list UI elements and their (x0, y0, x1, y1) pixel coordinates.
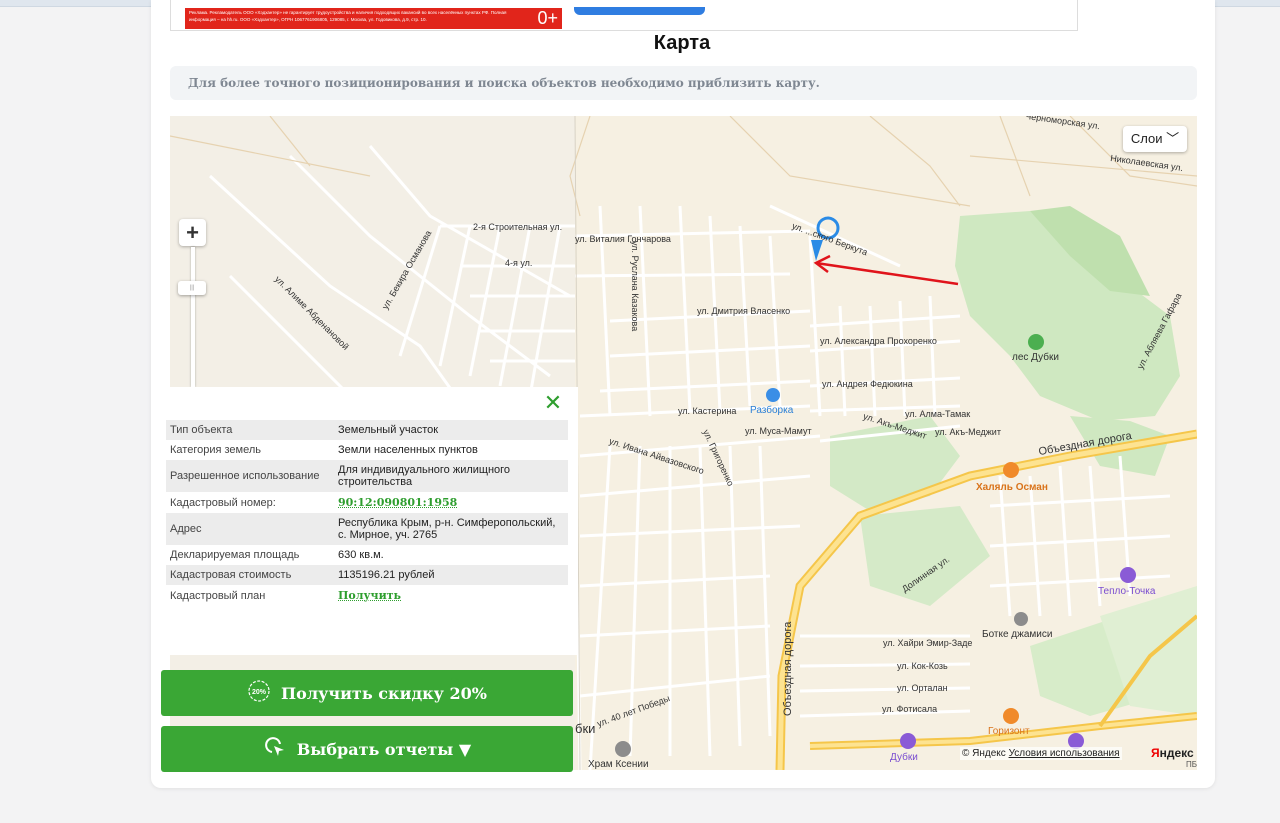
ad-red-block[interactable]: Реклама. Рекламодатель ООО «Хэдхантер» н… (185, 8, 562, 29)
poi-label[interactable]: Халяль Осман (976, 482, 1048, 493)
poi-label[interactable]: лес Дубки (1012, 352, 1059, 363)
table-row: Разрешенное использование Для индивидуаль… (166, 460, 568, 492)
row-key: Категория земель (170, 444, 261, 456)
yandex-logo-text: ндекс (1159, 746, 1194, 760)
street-label: ул. Александра Прохоренко (820, 336, 937, 346)
object-info-popup: ✕ Тип объекта Земельный участок Категория… (160, 387, 578, 655)
cadastral-number-link[interactable]: 90:12:090801:1958 (338, 496, 457, 509)
poi-label[interactable]: бки (575, 721, 595, 736)
street-label: ул. Орталан (897, 683, 948, 693)
zoom-in-button[interactable]: + (179, 219, 206, 246)
street-label: ул. Руслана Казакова (630, 241, 640, 332)
table-row: Категория земель Земли населенных пунктов (166, 440, 568, 460)
map-cropped-label: ПБ (1186, 760, 1197, 769)
poi-label[interactable]: Храм Ксении (588, 759, 649, 770)
terms-link[interactable]: Условия использования (1009, 748, 1120, 759)
row-value: Республика Крым, р-н. Симферопольский, с… (334, 513, 568, 545)
table-row: Декларируемая площадь 630 кв.м. (166, 545, 568, 565)
copyright-text: © Яндекс (962, 748, 1006, 759)
table-row: Кадастровый номер: 90:12:090801:1958 (166, 492, 568, 513)
poi-label[interactable]: Разборка (750, 405, 793, 416)
discount-button-label: Получить скидку 20% (281, 683, 487, 703)
street-label: Объездная дорога (782, 621, 794, 716)
poi-label[interactable]: Дубки (890, 752, 918, 763)
zoom-slider-thumb[interactable]: ||| (178, 281, 206, 295)
cursor-click-icon (263, 735, 287, 763)
close-icon[interactable]: ✕ (543, 392, 563, 414)
layers-label: Слои (1130, 131, 1163, 146)
poi-label[interactable]: Горизонт (988, 726, 1030, 737)
row-value: 1135196.21 рублей (334, 565, 568, 585)
table-row: Кадастровая стоимость 1135196.21 рублей (166, 565, 568, 585)
street-label: ул. Алма-Тамак (905, 409, 971, 419)
row-value: 90:12:090801:1958 (334, 492, 568, 513)
poi-label[interactable]: Тепло-Точка (1098, 586, 1155, 597)
object-properties-table: Тип объекта Земельный участок Категория з… (166, 420, 568, 606)
ad-age-badge: 0+ (537, 8, 558, 28)
street-label: ул. Кастерина (678, 406, 737, 416)
zoom-notice: Для более точного позиционирования и пои… (170, 66, 1197, 100)
street-label: ул. Виталия Гончарова (575, 234, 671, 244)
chevron-down-icon: ﹀ (1166, 131, 1180, 146)
ad-blue-button[interactable] (574, 7, 705, 15)
row-key: Кадастровая стоимость (166, 565, 334, 585)
discount-button[interactable]: 20% Получить скидку 20% (161, 670, 573, 716)
layers-button[interactable]: Слои ﹀ (1123, 126, 1187, 152)
choose-reports-label: Выбрать отчеты ▼ (296, 739, 472, 759)
table-row: Тип объекта Земельный участок (166, 420, 568, 440)
street-label: ул. Дмитрия Власенко (697, 306, 791, 316)
row-key: Кадастровый план (170, 589, 266, 602)
discount-percent-icon: 20% (247, 679, 271, 707)
street-label: ул. Хайри Эмир-Заде (883, 638, 973, 648)
street-label: ул. Кок-Козь (897, 661, 948, 671)
page-title: Карта (653, 32, 711, 54)
map-copyright: © Яндекс Условия использования (960, 747, 1122, 760)
choose-reports-button[interactable]: Выбрать отчеты ▼ (161, 726, 573, 772)
street-label: ул. Муса-Мамут (745, 426, 812, 436)
table-row: Адрес Республика Крым, р-н. Симферопольск… (166, 513, 568, 545)
street-label: 4-я ул. (505, 258, 533, 268)
table-row: Кадастровый план Получить (166, 585, 568, 606)
yandex-logo[interactable]: Яндекс (1151, 746, 1194, 760)
row-value: 630 кв.м. (338, 549, 384, 561)
row-key: Кадастровый номер: (170, 496, 276, 509)
row-value: Для индивидуального жилищного строительс… (334, 460, 568, 492)
row-value: Земли населенных пунктов (338, 444, 478, 456)
row-key: Адрес (166, 513, 334, 545)
street-label: ул. Акъ-Меджит (935, 427, 1001, 437)
row-key: Декларируемая площадь (170, 549, 300, 561)
yandex-logo-letter: Я (1151, 746, 1160, 760)
row-value: Земельный участок (334, 420, 568, 440)
street-label: 2-я Строительная ул. (473, 222, 563, 232)
discount-percent-text: 20% (252, 689, 267, 696)
poi-label[interactable]: Ботке джамиси (982, 629, 1052, 640)
row-key: Разрешенное использование (166, 460, 334, 492)
row-key: Тип объекта (166, 420, 334, 440)
cadastral-plan-link[interactable]: Получить (338, 589, 401, 602)
street-label: ул. Фотисала (882, 704, 938, 714)
row-value: Получить (334, 585, 568, 606)
ad-text: Реклама. Рекламодатель ООО «Хэдхантер» н… (189, 10, 507, 22)
zoom-slider-track[interactable] (191, 247, 195, 387)
street-label: ул. Андрея Федюкина (822, 379, 913, 389)
